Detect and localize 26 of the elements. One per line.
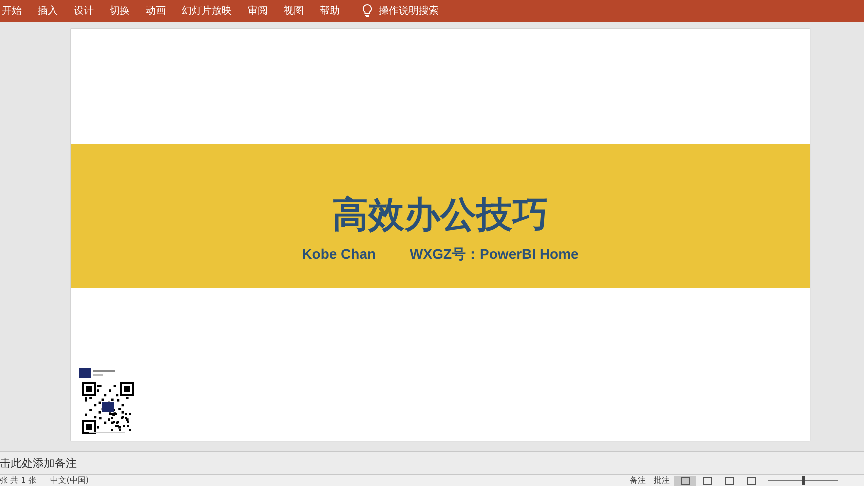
view-icon [746,476,756,484]
zoom-thumb[interactable] [802,476,805,485]
slide-title: 高效办公技巧 [332,194,548,238]
language-indicator[interactable]: 中文(中国) [50,476,89,486]
view-icon [702,476,712,484]
comments-button[interactable]: 批注 [650,475,674,486]
view-button[interactable] [674,476,696,486]
ribbon-tab[interactable]: 动画 [146,2,174,20]
ribbon-tab[interactable]: 审阅 [248,2,276,20]
author-name: Kobe Chan [302,246,376,264]
ribbon-tab[interactable]: 切换 [110,2,138,20]
notes-button[interactable]: 备注 [626,475,650,486]
slide-count: 张 共 1 张 [0,476,37,486]
account-name: WXGZ号：PowerBI Home [410,246,579,264]
ribbon-tab[interactable]: 设计 [74,2,102,20]
ribbon-tab[interactable]: 幻灯片放映 [182,2,240,20]
view-icon [680,476,690,484]
notes-field[interactable]: 击此处添加备注 [0,456,77,471]
view-icon [724,476,734,484]
lightbulb-icon[interactable] [362,4,373,18]
ribbon-tab[interactable]: 插入 [38,2,66,20]
ribbon-tab[interactable]: 帮助 [320,2,348,20]
search-label[interactable]: 操作说明搜索 [379,4,439,18]
ribbon-tab[interactable]: 视图 [284,2,312,20]
qr-code-drawing [77,368,137,436]
ribbon-tab[interactable]: 开始 [2,2,30,20]
